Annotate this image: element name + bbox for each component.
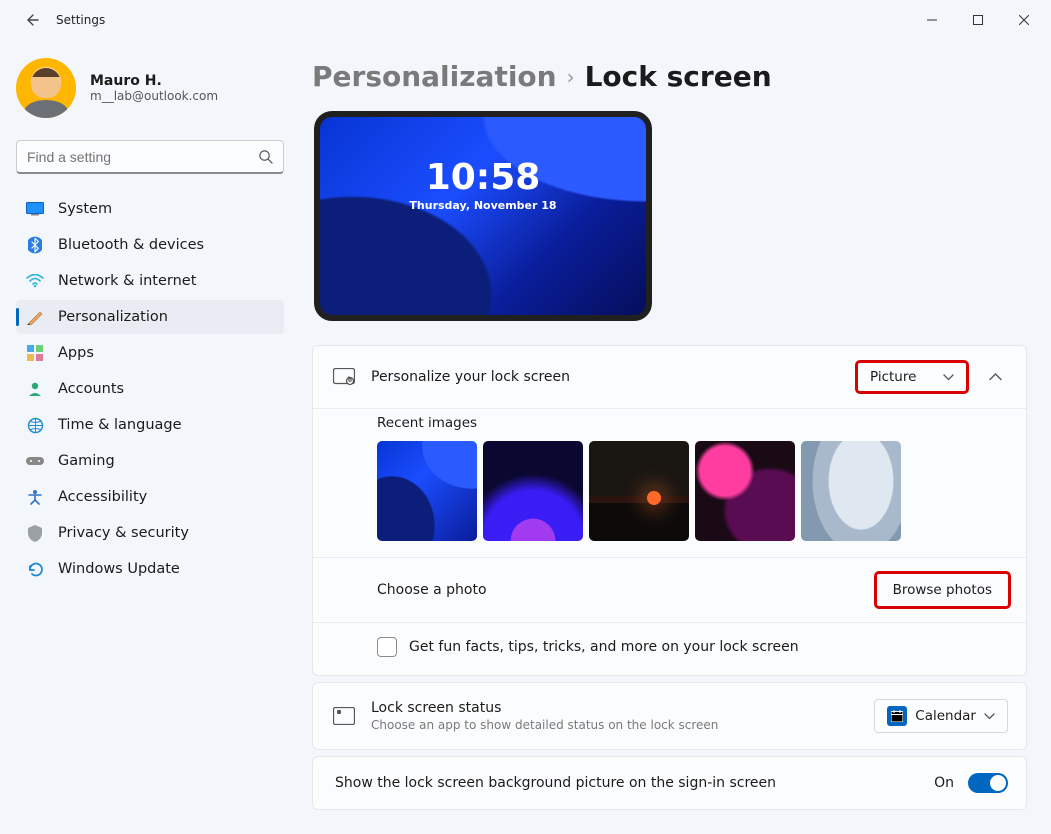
sidebar-item-label: Accessibility: [58, 489, 147, 505]
sidebar-item-label: Privacy & security: [58, 525, 189, 541]
signin-label: Show the lock screen background picture …: [333, 775, 918, 791]
picture-icon: [333, 366, 355, 388]
tablet-icon: [333, 705, 355, 727]
sidebar-item-label: System: [58, 201, 112, 217]
recent-image-thumb[interactable]: [483, 441, 583, 541]
profile-block[interactable]: Mauro H. m__lab@outlook.com: [16, 58, 284, 118]
sidebar-item-network[interactable]: Network & internet: [16, 264, 284, 298]
recent-image-thumb[interactable]: [801, 441, 901, 541]
sidebar-item-windows-update[interactable]: Windows Update: [16, 552, 284, 586]
funfacts-label: Get fun facts, tips, tricks, and more on…: [409, 639, 799, 655]
chevron-down-icon: [943, 374, 954, 381]
chevron-right-icon: ›: [567, 65, 575, 89]
paintbrush-icon: [26, 308, 44, 326]
accessibility-icon: [26, 488, 44, 506]
sidebar-item-system[interactable]: System: [16, 192, 284, 226]
sidebar-item-label: Bluetooth & devices: [58, 237, 204, 253]
preview-date: Thursday, November 18: [320, 199, 646, 212]
recent-images-label: Recent images: [313, 409, 1026, 441]
status-title: Lock screen status: [371, 700, 858, 716]
lockscreen-preview: 10:58 Thursday, November 18: [314, 111, 652, 321]
browse-photos-button[interactable]: Browse photos: [893, 582, 992, 598]
sidebar-item-label: Gaming: [58, 453, 115, 469]
sidebar-item-personalization[interactable]: Personalization: [16, 300, 284, 334]
system-icon: [26, 200, 44, 218]
breadcrumb: Personalization › Lock screen: [312, 60, 1027, 93]
search-box[interactable]: [16, 140, 284, 174]
sidebar-item-privacy[interactable]: Privacy & security: [16, 516, 284, 550]
person-icon: [26, 380, 44, 398]
status-subtitle: Choose an app to show detailed status on…: [371, 718, 858, 732]
status-app-dropdown[interactable]: Calendar: [874, 699, 1008, 733]
profile-email: m__lab@outlook.com: [90, 89, 218, 103]
search-icon: [258, 149, 273, 164]
sidebar: Mauro H. m__lab@outlook.com System Bluet…: [0, 40, 300, 834]
close-button[interactable]: [1001, 4, 1047, 36]
calendar-icon: [887, 706, 907, 726]
signin-toggle[interactable]: [968, 773, 1008, 793]
expand-toggle[interactable]: [983, 367, 1008, 387]
sidebar-item-label: Time & language: [58, 417, 182, 433]
recent-images: [313, 441, 1026, 557]
page-title: Lock screen: [585, 60, 772, 93]
minimize-button[interactable]: [909, 4, 955, 36]
sidebar-item-apps[interactable]: Apps: [16, 336, 284, 370]
chevron-down-icon: [984, 713, 995, 720]
bluetooth-icon: [26, 236, 44, 254]
personalize-card: Personalize your lock screen Picture Rec…: [312, 345, 1027, 676]
apps-icon: [26, 344, 44, 362]
globe-clock-icon: [26, 416, 44, 434]
toggle-state-label: On: [934, 775, 954, 791]
recent-image-thumb[interactable]: [695, 441, 795, 541]
sidebar-item-label: Personalization: [58, 309, 168, 325]
personalize-title: Personalize your lock screen: [371, 369, 841, 385]
choose-photo-label: Choose a photo: [377, 582, 487, 598]
shield-icon: [26, 524, 44, 542]
funfacts-checkbox[interactable]: [377, 637, 397, 657]
sidebar-item-label: Accounts: [58, 381, 124, 397]
signin-card: Show the lock screen background picture …: [312, 756, 1027, 810]
search-input[interactable]: [27, 149, 258, 165]
main-content: Personalization › Lock screen 10:58 Thur…: [300, 40, 1051, 834]
wifi-icon: [26, 272, 44, 290]
profile-name: Mauro H.: [90, 73, 218, 89]
recent-image-thumb[interactable]: [377, 441, 477, 541]
sidebar-item-accessibility[interactable]: Accessibility: [16, 480, 284, 514]
maximize-button[interactable]: [955, 4, 1001, 36]
sync-icon: [26, 560, 44, 578]
back-button[interactable]: [22, 10, 42, 30]
status-card: Lock screen status Choose an app to show…: [312, 682, 1027, 750]
lockscreen-source-dropdown[interactable]: Picture: [857, 362, 967, 392]
sidebar-item-gaming[interactable]: Gaming: [16, 444, 284, 478]
sidebar-item-accounts[interactable]: Accounts: [16, 372, 284, 406]
nav: System Bluetooth & devices Network & int…: [16, 192, 284, 586]
dropdown-value: Picture: [870, 369, 916, 385]
gamepad-icon: [26, 452, 44, 470]
sidebar-item-label: Network & internet: [58, 273, 196, 289]
dropdown-value: Calendar: [915, 708, 976, 724]
window-title: Settings: [56, 13, 105, 27]
recent-image-thumb[interactable]: [589, 441, 689, 541]
avatar: [16, 58, 76, 118]
sidebar-item-label: Windows Update: [58, 561, 180, 577]
titlebar: Settings: [0, 0, 1051, 40]
sidebar-item-label: Apps: [58, 345, 94, 361]
preview-time: 10:58: [320, 157, 646, 198]
sidebar-item-bluetooth[interactable]: Bluetooth & devices: [16, 228, 284, 262]
sidebar-item-time-language[interactable]: Time & language: [16, 408, 284, 442]
breadcrumb-parent[interactable]: Personalization: [312, 60, 557, 93]
